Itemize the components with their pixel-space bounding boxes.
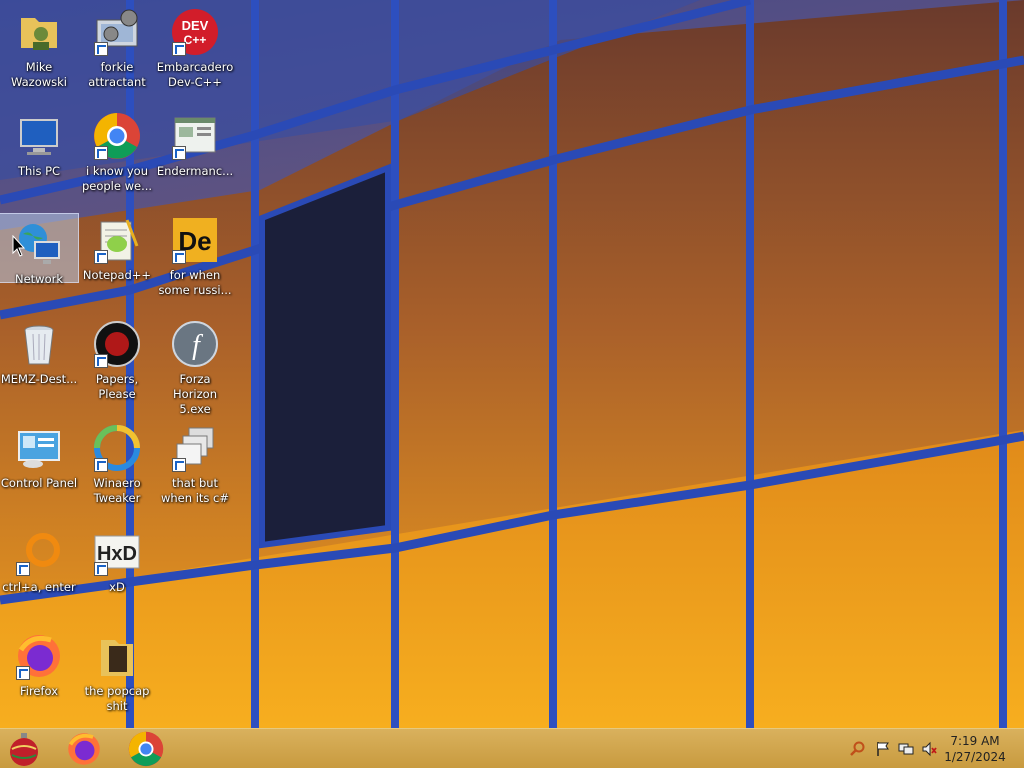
shortcut-arrow-icon xyxy=(94,562,108,576)
desktop-icon-ctrl-a-enter[interactable]: ctrl+a, enter xyxy=(0,522,78,620)
flag-icon[interactable] xyxy=(875,741,891,757)
shortcut-arrow-icon xyxy=(172,250,186,264)
icon-label: the popcap shit xyxy=(84,684,150,713)
icon-label: xD xyxy=(109,580,125,594)
chrome-icon xyxy=(128,731,164,767)
volume-muted-icon[interactable] xyxy=(921,741,937,757)
ornament-start-icon xyxy=(10,733,38,766)
desktop-icon-control-panel[interactable]: Control Panel xyxy=(0,418,78,516)
icon-label: that but when its c# xyxy=(160,476,230,505)
desktop-icon-mike-wazowski[interactable]: Mike Wazowski xyxy=(0,2,78,100)
taskbar[interactable]: 7:19 AM 1/27/2024 xyxy=(0,728,1024,768)
desktop-icon-forkie-attractant[interactable]: forkie attractant xyxy=(78,2,156,100)
taskbar-chrome-button[interactable] xyxy=(128,731,168,767)
icon-label: Winaero Tweaker xyxy=(93,476,141,505)
icon-label: Control Panel xyxy=(0,476,78,490)
desktop-icon-winaero-tweaker[interactable]: Winaero Tweaker xyxy=(78,418,156,516)
desktop-icon-for-when-some-russi[interactable]: De for when some russi... xyxy=(156,210,234,308)
network-tray-icon[interactable] xyxy=(898,741,914,757)
desktop[interactable]: Mike Wazowski forkie attractant DEV C++ E… xyxy=(0,0,1024,728)
shortcut-arrow-icon xyxy=(172,146,186,160)
desktop-icon-chrome-shortcut[interactable]: i know you people we... xyxy=(78,106,156,204)
shortcut-arrow-icon xyxy=(94,42,108,56)
icon-label: i know you people we... xyxy=(81,164,153,193)
start-button[interactable] xyxy=(6,731,46,767)
icon-label: for when some russi... xyxy=(158,268,232,297)
desktop-icon-firefox[interactable]: Firefox xyxy=(0,626,78,724)
firefox-icon xyxy=(68,733,100,765)
clock-time: 7:19 AM xyxy=(950,734,1000,748)
shortcut-arrow-icon xyxy=(172,458,186,472)
desktop-icon-popcap[interactable]: the popcap shit xyxy=(78,626,156,724)
icon-label: Notepad++ xyxy=(82,268,152,282)
icon-label: This PC xyxy=(17,164,61,178)
desktop-icon-dev-cpp[interactable]: DEV C++ Embarcadero Dev-C++ xyxy=(156,2,234,100)
recycle-bin-icon xyxy=(24,325,54,365)
desktop-icon-endermanc[interactable]: Endermanc... xyxy=(156,106,234,204)
desktop-icon-papers-please[interactable]: Papers, Please xyxy=(78,314,156,412)
icon-label: forkie attractant xyxy=(88,60,146,89)
desktop-icon-that-but-when-its-csharp[interactable]: that but when its c# xyxy=(156,418,234,516)
search-icon[interactable] xyxy=(850,741,866,757)
svg-text:C++: C++ xyxy=(184,33,207,47)
icon-label: Firefox xyxy=(19,684,59,698)
icon-label: ctrl+a, enter xyxy=(2,580,76,594)
clock[interactable]: 7:19 AM 1/27/2024 xyxy=(940,733,1010,765)
icon-label: Forza Horizon 5.exe xyxy=(173,372,217,416)
shortcut-arrow-icon xyxy=(16,562,30,576)
desktop-icon-notepadpp[interactable]: Notepad++ xyxy=(78,210,156,308)
taskbar-firefox-button[interactable] xyxy=(66,731,106,767)
shortcut-arrow-icon xyxy=(16,666,30,680)
desktop-icon-xd[interactable]: HxD xD xyxy=(78,522,156,620)
folder-user-icon xyxy=(21,18,57,50)
icon-label: Network xyxy=(14,272,64,286)
desktop-icon-forza[interactable]: f Forza Horizon 5.exe xyxy=(156,314,234,416)
icon-label: Embarcadero Dev-C++ xyxy=(156,60,234,89)
icon-label: Mike Wazowski xyxy=(10,60,67,89)
svg-text:DEV: DEV xyxy=(182,18,209,33)
desktop-icon-memz[interactable]: MEMZ-Dest... xyxy=(0,314,78,412)
flash-icon: f xyxy=(172,321,218,367)
icon-label: MEMZ-Dest... xyxy=(0,372,78,386)
mouse-cursor-icon xyxy=(12,235,26,257)
shortcut-arrow-icon xyxy=(94,354,108,368)
desktop-icon-this-pc[interactable]: This PC xyxy=(0,106,78,204)
clock-date: 1/27/2024 xyxy=(944,750,1006,764)
folder-icon xyxy=(101,640,133,676)
shortcut-arrow-icon xyxy=(94,146,108,160)
computer-icon xyxy=(20,119,58,155)
shortcut-arrow-icon xyxy=(94,250,108,264)
icon-label: Papers, Please xyxy=(95,372,139,401)
shortcut-arrow-icon xyxy=(94,458,108,472)
control-panel-icon xyxy=(18,431,60,468)
shortcut-arrow-icon xyxy=(172,42,186,56)
icon-label: Endermanc... xyxy=(156,164,234,178)
